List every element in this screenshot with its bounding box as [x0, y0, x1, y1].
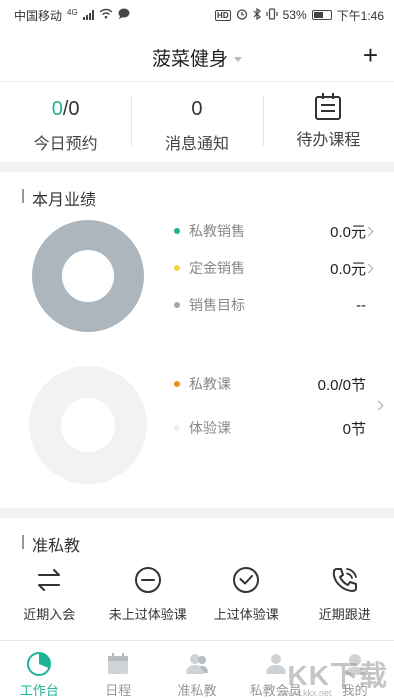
courses-chevron-right-icon[interactable]: [373, 400, 384, 411]
vibrate-icon: [266, 7, 278, 23]
calendar-list-icon: [315, 93, 342, 120]
action-label: 近期入会: [23, 607, 76, 622]
legend-dot: [174, 381, 180, 387]
action-label: 近期跟进: [318, 607, 371, 622]
sales-donut-chart: [32, 220, 144, 332]
message-icon: [118, 8, 130, 22]
carrier-label: 中国移动: [14, 8, 63, 23]
legend-dot: [174, 265, 180, 271]
gym-switcher[interactable]: 菠菜健身: [0, 44, 394, 71]
network-label: 4G: [67, 7, 78, 17]
message-notifications[interactable]: 0 消息通知: [131, 82, 262, 162]
plus-icon[interactable]: +: [363, 40, 378, 70]
sales-target-row: 销售目标 --: [174, 295, 384, 315]
private-course-row: 私教课 0.0/0节: [174, 374, 384, 394]
recent-join-button[interactable]: 近期入会: [0, 565, 99, 623]
tab-workbench[interactable]: 工作台: [0, 641, 79, 700]
watermark: KK下载 www.kkx.net: [281, 660, 388, 698]
tab-schedule[interactable]: 日程: [79, 641, 158, 700]
trial-course-row: 体验课 0节: [174, 418, 384, 438]
tab-quasi-private[interactable]: 准私教: [158, 641, 237, 700]
battery-icon: [311, 10, 332, 20]
phone-icon: [332, 568, 357, 592]
section-title: 准私教: [22, 532, 80, 556]
alarm-icon: [236, 8, 248, 23]
member-icon: [265, 654, 286, 674]
legend-dot: [174, 228, 180, 234]
battery-percent: 53%: [282, 8, 307, 22]
notifications-count: 0: [191, 98, 203, 120]
pie-chart-icon: [27, 652, 52, 676]
appointments-label: 今日预约: [33, 136, 98, 153]
today-appointments[interactable]: 0/0 今日预约: [0, 82, 131, 162]
sales-deposit-row[interactable]: 定金销售 0.0元: [174, 258, 384, 278]
action-label: 未上过体验课: [108, 607, 187, 622]
pending-courses[interactable]: 待办课程: [262, 82, 394, 162]
bottom-tab-bar: 工作台 日程 准私教 私教会员 我的 KK下载 www.kkx.net: [0, 640, 394, 700]
minus-circle-icon: [134, 567, 161, 593]
notifications-label: 消息通知: [164, 136, 229, 153]
hd-icon: HD: [215, 9, 231, 21]
legend-dot: [174, 425, 180, 431]
recent-followup-button[interactable]: 近期跟进: [296, 565, 394, 623]
sales-private-row[interactable]: 私教销售 0.0元: [174, 221, 384, 241]
courses-donut-chart: [29, 366, 147, 484]
swap-icon: [38, 569, 61, 591]
status-bar: 中国移动 4G HD 53% 下午1:46: [0, 0, 394, 30]
monthly-performance: 本月业绩 私教销售 0.0元 定金销售 0.0元 销售目标 -- 私教课 0.0…: [0, 172, 394, 508]
caret-down-icon: [234, 57, 242, 63]
quick-actions: 近期入会 未上过体验课 上过体验课 近期跟进: [0, 565, 394, 623]
check-circle-icon: [233, 567, 260, 593]
app-header: 菠菜健身 +: [0, 30, 394, 82]
pending-courses-label: 待办课程: [296, 132, 361, 149]
no-trial-button[interactable]: 未上过体验课: [99, 565, 198, 623]
legend-dot: [174, 302, 180, 308]
had-trial-button[interactable]: 上过体验课: [197, 565, 296, 623]
wifi-icon: [99, 8, 113, 22]
gym-name: 菠菜健身: [151, 49, 228, 70]
appointments-count: 0/0: [51, 98, 80, 120]
action-label: 上过体验课: [213, 607, 279, 622]
bluetooth-icon: [253, 7, 261, 23]
section-title: 本月业绩: [22, 186, 96, 210]
top-stats: 0/0 今日预约 0 消息通知 待办课程: [0, 82, 394, 162]
clock-time: 下午1:46: [336, 8, 384, 23]
signal-icon: [82, 10, 94, 20]
users-icon: [185, 654, 208, 674]
calendar-icon: [108, 653, 129, 674]
